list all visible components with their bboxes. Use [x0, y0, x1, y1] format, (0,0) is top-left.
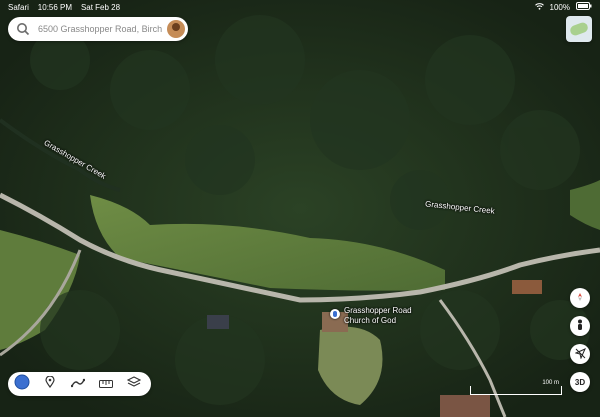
map-mode-thumbnail[interactable] — [566, 16, 592, 42]
measure-button[interactable] — [92, 372, 120, 396]
location-pin-icon — [45, 375, 55, 393]
look-around-icon — [575, 319, 585, 333]
globe-button[interactable] — [8, 372, 36, 396]
place-label-line1: Grasshopper Road — [344, 306, 412, 315]
status-date: Sat Feb 28 — [80, 3, 121, 12]
compass-icon — [575, 292, 585, 304]
location-off-icon — [573, 347, 586, 361]
satellite-map[interactable] — [0, 0, 600, 417]
globe-icon — [14, 374, 30, 395]
look-around-button[interactable] — [570, 316, 590, 336]
search-icon — [16, 22, 30, 36]
layers-icon — [126, 375, 142, 393]
place-pin-icon[interactable] — [330, 309, 340, 319]
building — [207, 315, 229, 329]
layers-button[interactable] — [120, 372, 148, 396]
search-bar[interactable] — [8, 17, 188, 41]
bottom-toolbar — [8, 372, 151, 396]
battery-icon — [576, 0, 592, 16]
map-scale: 100 m — [470, 380, 562, 395]
three-d-button[interactable]: 3D — [570, 372, 590, 392]
ruler-icon — [99, 375, 113, 393]
avatar[interactable] — [167, 20, 185, 38]
place-label[interactable]: Grasshopper Road Church of God — [344, 306, 412, 326]
pin-button[interactable] — [36, 372, 64, 396]
building — [440, 395, 490, 417]
battery-percent: 100% — [549, 3, 570, 12]
three-d-label: 3D — [574, 377, 586, 387]
route-icon — [70, 375, 86, 393]
search-input[interactable] — [38, 24, 162, 34]
location-button[interactable] — [570, 344, 590, 364]
status-time: 10:56 PM — [37, 3, 73, 12]
wifi-icon — [534, 0, 544, 16]
building — [512, 280, 542, 294]
compass-button[interactable] — [570, 288, 590, 308]
place-label-line2: Church of God — [344, 316, 397, 325]
route-button[interactable] — [64, 372, 92, 396]
status-app: Safari — [8, 3, 29, 12]
status-bar: Safari 10:56 PM Sat Feb 28 100% — [0, 0, 600, 16]
scale-text: 100 m — [542, 380, 559, 386]
